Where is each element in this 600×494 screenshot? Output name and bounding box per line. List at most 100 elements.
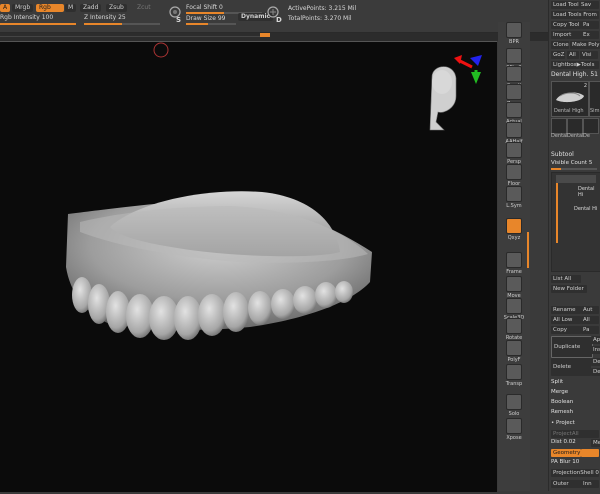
- tool-xpose-button[interactable]: Xpose: [501, 418, 527, 441]
- visible-count-label: Visible Count 5: [551, 160, 593, 166]
- canvas-viewport[interactable]: [0, 41, 497, 492]
- paste-tool-button[interactable]: Pa: [581, 21, 599, 29]
- thumbnail-label: Dental High: [554, 108, 584, 114]
- persp-icon: [506, 142, 522, 158]
- tool-label: Transp: [505, 381, 523, 387]
- xpose-icon: [506, 418, 522, 434]
- scale-icon: [506, 298, 522, 314]
- active-points: ActivePoints: 3.215 Mil: [288, 5, 357, 12]
- navigation-gizmo[interactable]: [429, 55, 482, 131]
- tool-transp-button[interactable]: Transp: [501, 364, 527, 387]
- save-tool-button[interactable]: Sav: [579, 1, 599, 9]
- render-sphere-icon: [506, 22, 522, 38]
- copy-subtool-button[interactable]: Copy: [551, 326, 581, 334]
- mrgb-button[interactable]: Mrgb: [12, 4, 34, 12]
- subtool-section-header[interactable]: Subtool: [551, 151, 574, 158]
- all-high-button[interactable]: All: [581, 316, 599, 324]
- tool-persp-button[interactable]: Persp: [501, 142, 527, 165]
- all-low-button[interactable]: All Low: [551, 316, 581, 324]
- total-points: TotalPoints: 3.270 Mil: [288, 15, 352, 22]
- tool-label: L.Sym: [506, 203, 522, 209]
- merge-section[interactable]: Merge: [551, 389, 568, 395]
- tool-frame-button[interactable]: Frame: [501, 252, 527, 275]
- append-button[interactable]: Ap: [591, 336, 600, 344]
- subtool-item-2[interactable]: Dental Hi: [574, 206, 597, 212]
- new-folder-button[interactable]: New Folder: [551, 285, 587, 293]
- recent-tool-2[interactable]: [567, 118, 583, 134]
- clone-button[interactable]: Clone: [551, 41, 569, 49]
- delete-other-button[interactable]: De: [591, 358, 600, 366]
- thumbnail-count: 2: [583, 83, 587, 89]
- subtool-item-1[interactable]: Dental Hi: [578, 186, 600, 198]
- inner-button[interactable]: Inn: [581, 480, 599, 488]
- actual-icon: [506, 102, 522, 118]
- pa-blur-slider-label[interactable]: PA Blur 10: [551, 459, 579, 465]
- zadd-button[interactable]: Zadd: [80, 4, 102, 12]
- dist-slider-label[interactable]: Dist 0.02: [551, 439, 576, 445]
- boolean-section[interactable]: Boolean: [551, 399, 573, 405]
- subtool-scrollbar[interactable]: [556, 183, 558, 243]
- tool-floor-button[interactable]: Floor: [501, 164, 527, 187]
- tool-move-button[interactable]: Move: [501, 276, 527, 299]
- all-button[interactable]: All: [567, 51, 579, 59]
- list-all-button[interactable]: List All: [551, 275, 581, 283]
- recent-tool-3[interactable]: [583, 118, 599, 134]
- simple-tool-thumbnail[interactable]: Sim: [589, 81, 600, 117]
- delete-button[interactable]: Delete: [551, 358, 591, 376]
- project-all-button[interactable]: ProjectAll: [551, 430, 599, 438]
- subtool-row-active[interactable]: [556, 175, 596, 183]
- rgb-button[interactable]: Rgb: [36, 4, 64, 12]
- make-polymesh-button[interactable]: Make Poly: [570, 41, 600, 49]
- tool-qxyz-button[interactable]: Qxyz: [501, 218, 527, 241]
- remesh-section[interactable]: Remesh: [551, 409, 573, 415]
- tool-l-sym-button[interactable]: L.Sym: [501, 186, 527, 209]
- tool-solo-button[interactable]: Solo: [501, 394, 527, 417]
- paste-subtool-button[interactable]: Pa: [581, 326, 599, 334]
- rgb-intensity-slider[interactable]: [0, 23, 76, 25]
- mean-button[interactable]: Me: [591, 439, 600, 447]
- split-section[interactable]: Split: [551, 379, 563, 385]
- lsym-icon: [506, 186, 522, 202]
- rotate-icon: [506, 318, 522, 334]
- move-icon: [506, 276, 522, 292]
- goz-button[interactable]: GoZ: [551, 51, 565, 59]
- tool-rotate-button[interactable]: Rotate: [501, 318, 527, 341]
- aahalf-icon: [506, 122, 522, 138]
- delete-all-button[interactable]: De: [591, 368, 600, 376]
- zsub-button[interactable]: Zsub: [106, 4, 127, 12]
- export-button[interactable]: Ex: [581, 31, 599, 39]
- z-intensity-slider[interactable]: [84, 23, 160, 25]
- recent-tool-1[interactable]: [551, 118, 567, 134]
- tool-polyf-button[interactable]: PolyF: [501, 340, 527, 363]
- duplicate-button[interactable]: Duplicate: [551, 336, 593, 358]
- import-button[interactable]: Import: [551, 31, 581, 39]
- zcut-button[interactable]: Zcut: [134, 4, 154, 12]
- visible-count-slider[interactable]: [551, 168, 597, 170]
- load-tools-from-project-button[interactable]: Load Tools From Pr: [551, 11, 599, 19]
- lightbox-tools-button[interactable]: Lightbox▶Tools: [551, 61, 599, 69]
- projection-shell-slider[interactable]: ProjectionShell 0: [551, 469, 599, 477]
- shelf-scroll-indicator[interactable]: [527, 232, 529, 268]
- visible-button[interactable]: Visi: [580, 51, 598, 59]
- scroll-icon: [506, 66, 522, 82]
- spix-icon: [506, 48, 522, 64]
- tool-label: Frame: [506, 269, 522, 275]
- current-tool-thumbnail[interactable]: Dental High 2: [551, 81, 589, 117]
- insert-button[interactable]: Ins: [591, 346, 600, 354]
- m-button[interactable]: M: [65, 4, 77, 12]
- tool-label: Xpose: [506, 435, 522, 441]
- rename-button[interactable]: Rename: [551, 306, 581, 314]
- a-button[interactable]: A: [0, 4, 11, 12]
- load-tool-button[interactable]: Load Tool: [551, 1, 579, 9]
- copy-tool-button[interactable]: Copy Tool: [551, 21, 581, 29]
- s-letter: S: [176, 16, 182, 24]
- draw-size-slider[interactable]: [186, 23, 236, 25]
- top-toolbar: A Mrgb Rgb M Zadd Zsub Zcut Rgb Intensit…: [0, 0, 548, 33]
- color-projection-button[interactable]: [581, 449, 599, 457]
- geometry-button[interactable]: Geometry: [551, 449, 581, 457]
- tool-label: PolyF: [507, 357, 521, 363]
- auto-reorder-button[interactable]: Aut: [581, 306, 599, 314]
- outer-button[interactable]: Outer: [551, 480, 581, 488]
- tool-bpr-button[interactable]: BPR: [501, 22, 527, 45]
- project-section[interactable]: • Project: [551, 420, 575, 426]
